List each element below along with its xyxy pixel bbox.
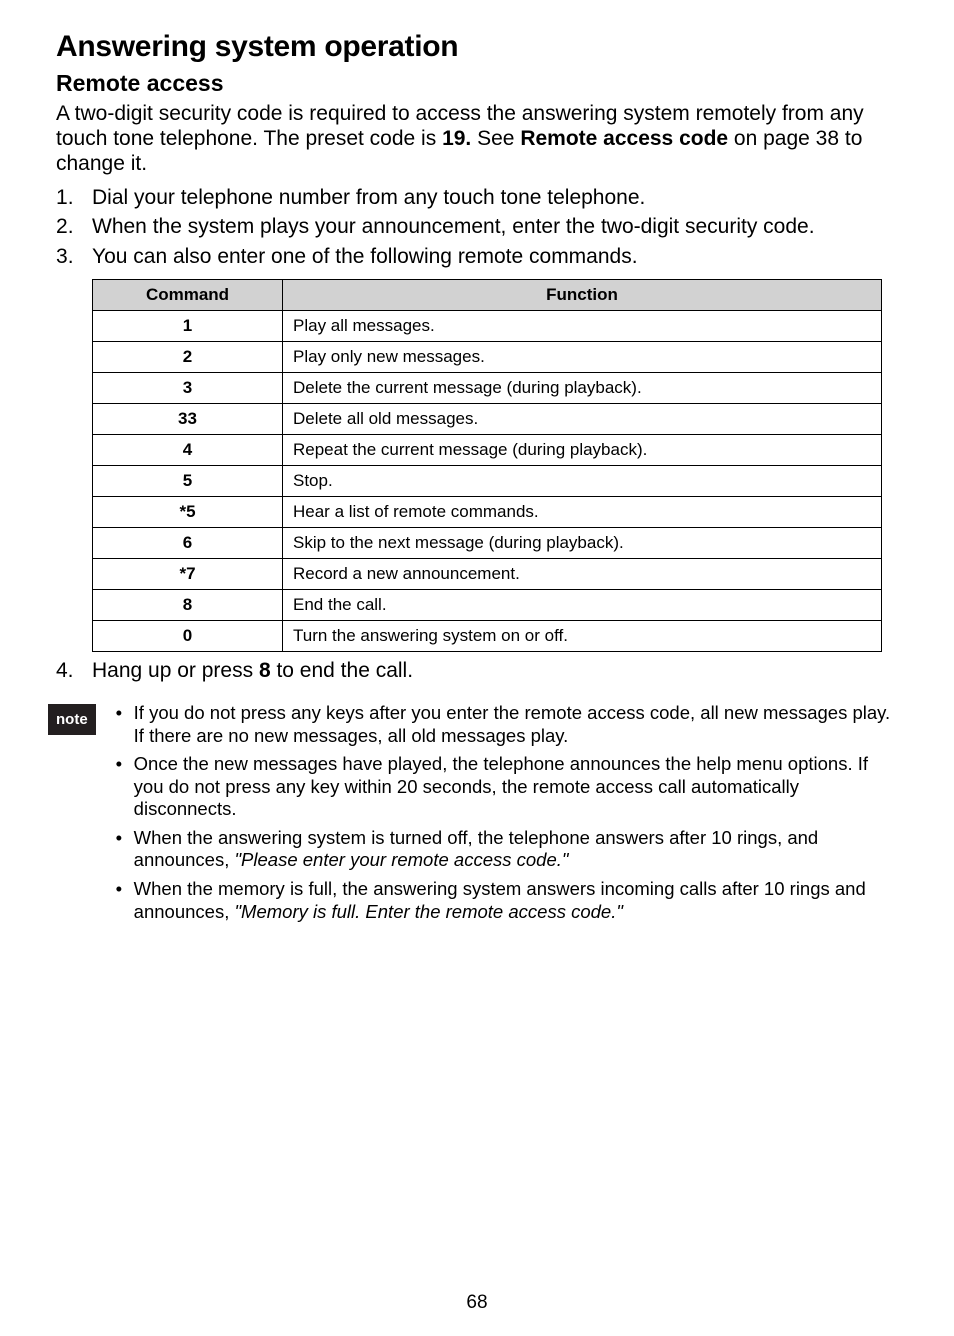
intro-bold-2: Remote access code [520, 127, 728, 150]
table-row: 2Play only new messages. [93, 342, 882, 373]
table-row: *5Hear a list of remote commands. [93, 497, 882, 528]
function-cell: Repeat the current message (during playb… [283, 435, 882, 466]
note-text: Once the new messages have played, the t… [134, 753, 868, 819]
table-row: 8End the call. [93, 590, 882, 621]
note-italic: "Please enter your remote access code." [234, 849, 568, 870]
table-row: *7Record a new announcement. [93, 559, 882, 590]
table-row: 6Skip to the next message (during playba… [93, 528, 882, 559]
function-cell: Stop. [283, 466, 882, 497]
step-4: 4. Hang up or press 8 to end the call. [56, 658, 898, 684]
note-item: When the answering system is turned off,… [114, 827, 898, 872]
table-row: 1Play all messages. [93, 311, 882, 342]
command-cell: *5 [93, 497, 283, 528]
step-4-bold: 8 [259, 659, 271, 682]
intro-text-2: See [471, 127, 520, 150]
command-cell: 1 [93, 311, 283, 342]
table-row: 5Stop. [93, 466, 882, 497]
section-heading: Remote access [56, 70, 898, 97]
table-row: 33Delete all old messages. [93, 404, 882, 435]
table-header-function: Function [283, 280, 882, 311]
note-text: If you do not press any keys after you e… [134, 702, 891, 746]
note-item: If you do not press any keys after you e… [114, 702, 898, 747]
step-4-number: 4. [56, 658, 74, 684]
function-cell: Record a new announcement. [283, 559, 882, 590]
table-row: 3Delete the current message (during play… [93, 373, 882, 404]
note-block: note If you do not press any keys after … [56, 702, 898, 929]
page-title: Answering system operation [56, 30, 898, 64]
function-cell: Turn the answering system on or off. [283, 621, 882, 652]
command-cell: 5 [93, 466, 283, 497]
step-item: You can also enter one of the following … [56, 244, 898, 270]
function-cell: Hear a list of remote commands. [283, 497, 882, 528]
function-cell: Delete all old messages. [283, 404, 882, 435]
command-cell: 8 [93, 590, 283, 621]
notes-list: If you do not press any keys after you e… [114, 702, 898, 929]
function-cell: Skip to the next message (during playbac… [283, 528, 882, 559]
commands-table: Command Function 1Play all messages. 2Pl… [92, 279, 882, 652]
command-cell: 4 [93, 435, 283, 466]
note-italic: "Memory is full. Enter the remote access… [234, 901, 622, 922]
command-cell: *7 [93, 559, 283, 590]
note-item: When the memory is full, the answering s… [114, 878, 898, 923]
step-4-pre: Hang up or press [92, 659, 259, 682]
note-item: Once the new messages have played, the t… [114, 753, 898, 821]
note-badge: note [48, 704, 96, 735]
command-cell: 3 [93, 373, 283, 404]
table-header-command: Command [93, 280, 283, 311]
function-cell: Play only new messages. [283, 342, 882, 373]
step-item: When the system plays your announcement,… [56, 214, 898, 240]
step-item: Dial your telephone number from any touc… [56, 185, 898, 211]
page-number: 68 [0, 1292, 954, 1314]
function-cell: Delete the current message (during playb… [283, 373, 882, 404]
intro-code: 19. [442, 127, 471, 150]
intro-paragraph: A two-digit security code is required to… [56, 101, 898, 177]
steps-list: Dial your telephone number from any touc… [56, 185, 898, 270]
command-cell: 0 [93, 621, 283, 652]
function-cell: Play all messages. [283, 311, 882, 342]
step-4-post: to end the call. [271, 659, 413, 682]
function-cell: End the call. [283, 590, 882, 621]
table-row: 0Turn the answering system on or off. [93, 621, 882, 652]
command-cell: 6 [93, 528, 283, 559]
command-cell: 33 [93, 404, 283, 435]
command-cell: 2 [93, 342, 283, 373]
table-row: 4Repeat the current message (during play… [93, 435, 882, 466]
